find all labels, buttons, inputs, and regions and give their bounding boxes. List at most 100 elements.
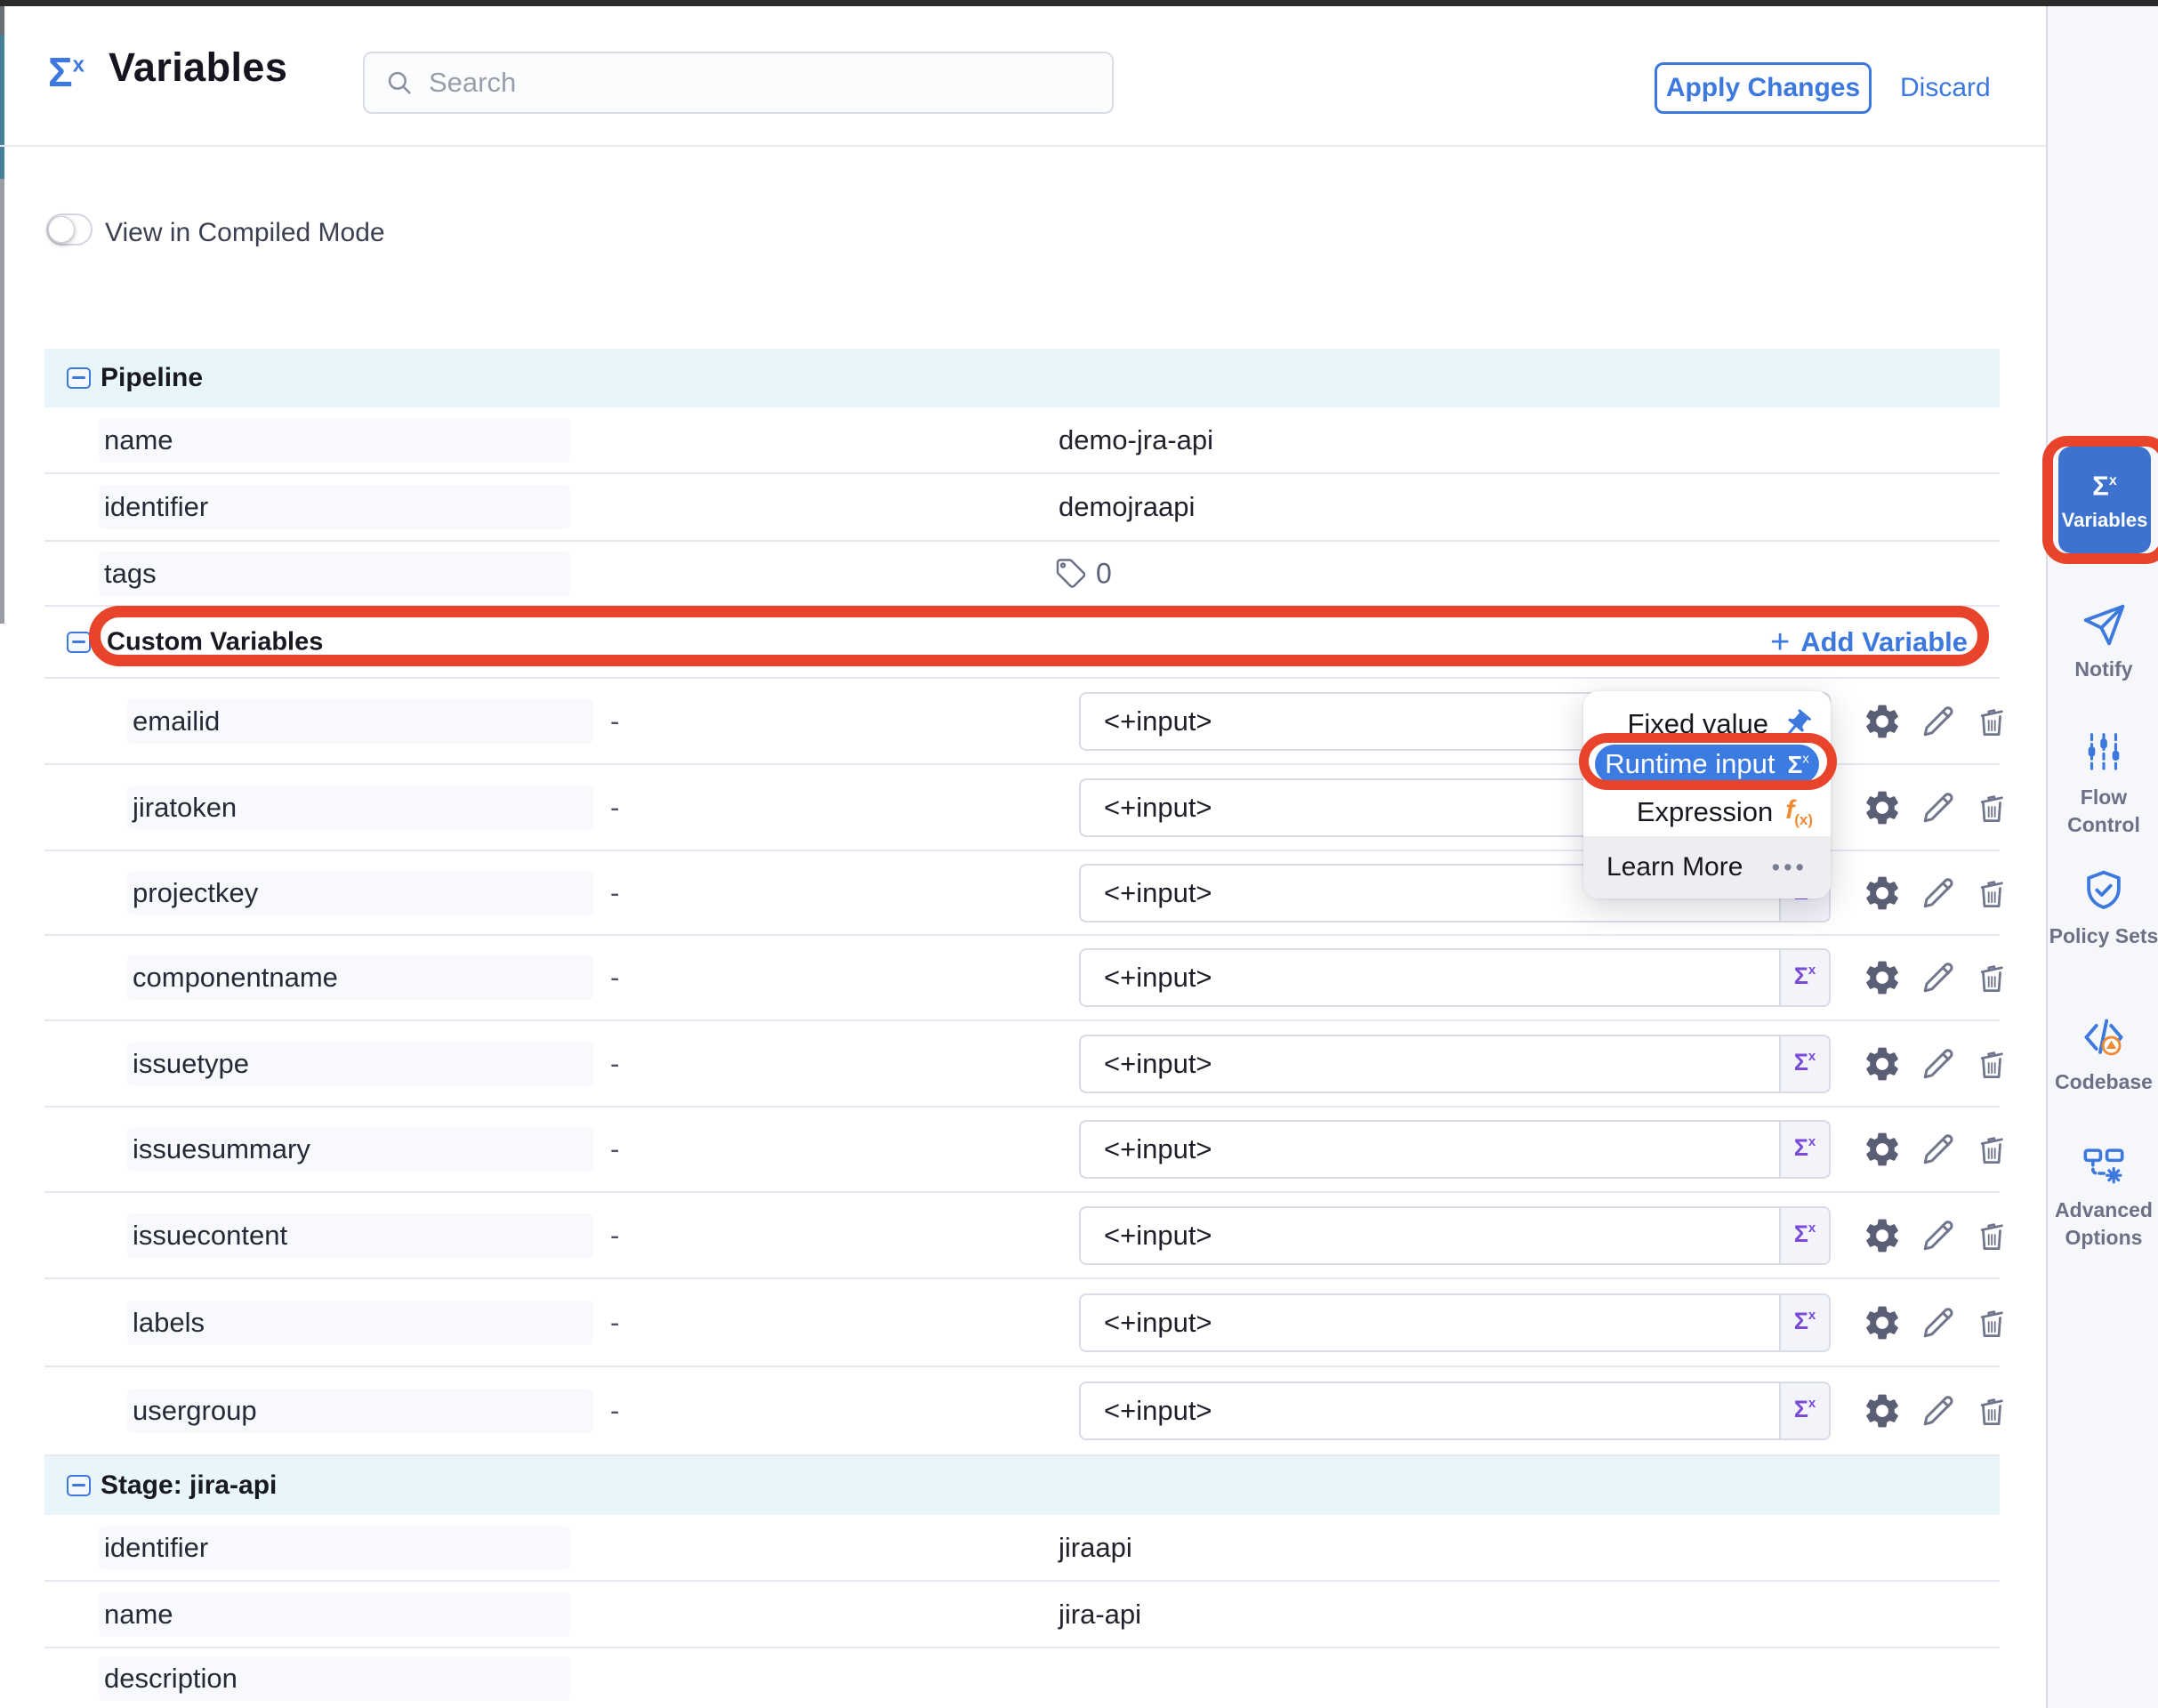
description-value: -	[610, 1395, 619, 1427]
settings-icon[interactable]	[1862, 1302, 1903, 1343]
value-input[interactable]: <+input>Σx	[1079, 1120, 1831, 1179]
runtime-input-type-icon[interactable]: Σx	[1779, 1295, 1829, 1350]
collapse-minus-icon[interactable]	[67, 1475, 91, 1496]
value-input[interactable]: <+input>Σx	[1079, 1382, 1831, 1440]
delete-icon[interactable]	[1972, 1216, 2011, 1255]
apply-changes-button[interactable]: Apply Changes	[1655, 62, 1872, 114]
settings-icon[interactable]	[1862, 1390, 1903, 1431]
sidebar-item-advanced-options[interactable]: Advanced Options	[2048, 1141, 2158, 1252]
edit-icon[interactable]	[1917, 956, 1960, 999]
sidebar-item-codebase[interactable]: Codebase	[2048, 1013, 2158, 1096]
sidebar-item-flow-control[interactable]: Flow Control	[2048, 729, 2158, 839]
variable-name: identifier	[99, 1526, 570, 1570]
variable-value: demo-jra-api	[1059, 424, 1213, 456]
flowchart-gear-icon	[2080, 1141, 2128, 1189]
ellipsis-icon: •••	[1772, 854, 1808, 882]
variable-name: tags	[99, 552, 570, 596]
edit-icon[interactable]	[1917, 872, 1960, 914]
description-value: -	[610, 792, 619, 824]
edit-icon[interactable]	[1917, 1128, 1960, 1171]
description-value: -	[610, 1133, 619, 1165]
menu-item-runtime-input[interactable]: Runtime input Σx	[1595, 745, 1819, 784]
settings-icon[interactable]	[1862, 1215, 1903, 1256]
variable-name: issuecontent	[127, 1213, 593, 1258]
value-input[interactable]: <+input>Σx	[1079, 948, 1831, 1007]
page-edge-strip	[0, 35, 4, 179]
search-input[interactable]	[429, 67, 1051, 99]
edit-icon[interactable]	[1917, 1043, 1960, 1085]
section-row-custom-variables: Custom Variables + Add Variable	[44, 607, 2000, 679]
section-title: Custom Variables	[107, 627, 323, 657]
delete-icon[interactable]	[1972, 1303, 2011, 1342]
runtime-input-type-icon[interactable]: Σx	[1779, 1383, 1829, 1438]
compiled-mode-label: View in Compiled Mode	[105, 218, 385, 248]
right-sidebar: Σx Variables Notify Flow Control Policy …	[2046, 6, 2158, 1708]
table-row: labels - <+input>Σx	[44, 1279, 2000, 1367]
compiled-mode-toggle[interactable]	[46, 214, 93, 246]
variable-name: emailid	[127, 699, 593, 744]
variable-name: labels	[127, 1301, 593, 1345]
settings-icon[interactable]	[1862, 787, 1903, 828]
tags-value: 0	[1055, 557, 1112, 590]
value-type-menu: Fixed value Runtime input Σx Expression …	[1583, 691, 1831, 898]
paper-plane-icon	[2080, 600, 2128, 649]
variable-value: jiraapi	[1059, 1532, 1132, 1564]
edit-icon[interactable]	[1917, 786, 1960, 829]
add-variable-button[interactable]: + Add Variable	[1770, 626, 1968, 658]
delete-icon[interactable]	[1972, 1391, 2011, 1430]
collapse-minus-icon[interactable]	[67, 632, 91, 653]
table-row: issuetype - <+input>Σx	[44, 1021, 2000, 1108]
header-divider	[0, 145, 2046, 147]
section-title: Pipeline	[101, 363, 203, 393]
page-edge-strip	[0, 6, 4, 35]
edit-icon[interactable]	[1917, 1301, 1960, 1344]
delete-icon[interactable]	[1972, 788, 2011, 827]
value-input[interactable]: <+input>Σx	[1079, 1293, 1831, 1352]
description-value: -	[610, 1048, 619, 1080]
description-value: -	[610, 877, 619, 909]
settings-icon[interactable]	[1862, 1129, 1903, 1170]
toggle-knob	[48, 216, 75, 243]
variable-name: issuesummary	[127, 1127, 593, 1172]
table-row: identifier jiraapi	[44, 1515, 2000, 1582]
sidebar-item-notify[interactable]: Notify	[2048, 600, 2158, 683]
sliders-icon	[2080, 729, 2128, 777]
runtime-input-type-icon[interactable]: Σx	[1779, 950, 1829, 1005]
variable-name: name	[99, 418, 570, 463]
description-value: -	[610, 1307, 619, 1339]
tag-count: 0	[1096, 557, 1112, 590]
menu-item-fixed-value[interactable]: Fixed value	[1583, 704, 1813, 745]
edit-icon[interactable]	[1917, 1214, 1960, 1257]
delete-icon[interactable]	[1972, 1044, 2011, 1084]
variable-name: projectkey	[127, 871, 593, 915]
page-title: Variables	[109, 44, 287, 91]
variable-name: identifier	[99, 485, 570, 529]
value-input[interactable]: <+input>Σx	[1079, 1206, 1831, 1265]
runtime-input-type-icon[interactable]: Σx	[1779, 1208, 1829, 1263]
collapse-minus-icon[interactable]	[67, 367, 91, 389]
settings-icon[interactable]	[1862, 1043, 1903, 1084]
sidebar-item-variables[interactable]: Σx Variables	[2058, 447, 2151, 553]
delete-icon[interactable]	[1972, 958, 2011, 997]
delete-icon[interactable]	[1972, 702, 2011, 741]
search-box[interactable]	[363, 52, 1114, 114]
runtime-input-type-icon[interactable]: Σx	[1779, 1036, 1829, 1092]
sidebar-item-policy-sets[interactable]: Policy Sets	[2048, 867, 2158, 950]
menu-item-expression[interactable]: Expression f(x)	[1583, 791, 1813, 834]
delete-icon[interactable]	[1972, 1130, 2011, 1169]
settings-icon[interactable]	[1862, 873, 1903, 914]
value-input[interactable]: <+input>Σx	[1079, 1035, 1831, 1093]
edit-icon[interactable]	[1917, 700, 1960, 743]
delete-icon[interactable]	[1972, 874, 2011, 913]
settings-icon[interactable]	[1862, 701, 1903, 742]
menu-item-learn-more[interactable]: Learn More •••	[1583, 836, 1831, 898]
settings-icon[interactable]	[1862, 957, 1903, 998]
section-title: Stage: jira-api	[101, 1470, 277, 1501]
description-value: -	[610, 962, 619, 994]
edit-icon[interactable]	[1917, 1390, 1960, 1432]
variable-value: jira-api	[1059, 1599, 1141, 1631]
table-row: componentname - <+input>Σx	[44, 936, 2000, 1021]
runtime-input-type-icon[interactable]: Σx	[1779, 1122, 1829, 1177]
table-row: name jira-api	[44, 1582, 2000, 1648]
discard-button[interactable]: Discard	[1900, 73, 1991, 103]
